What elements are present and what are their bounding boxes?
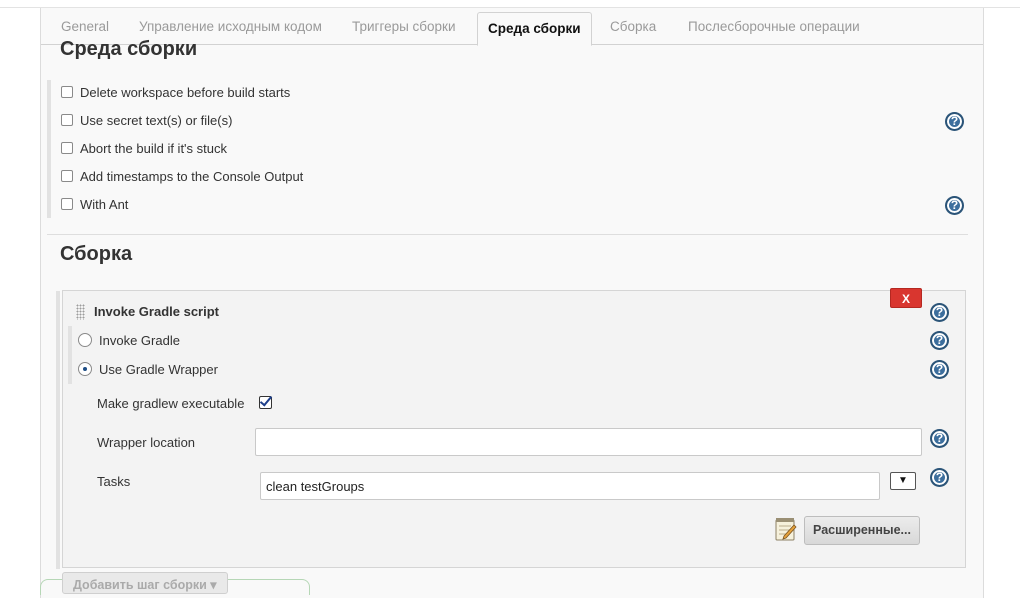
tab-build-environment[interactable]: Среда сборки [477, 12, 592, 46]
help-icon[interactable]: ? [931, 332, 948, 349]
tab-build[interactable]: Сборка [610, 8, 656, 45]
radio-invoke-gradle[interactable] [78, 333, 92, 347]
help-icon[interactable]: ? [931, 430, 948, 447]
section-title-build-environment: Среда сборки [60, 38, 198, 60]
drag-handle-icon[interactable] [76, 304, 85, 320]
option-delete-workspace[interactable]: Delete workspace before build starts [61, 82, 290, 102]
step-title: Invoke Gradle script [94, 304, 219, 319]
help-icon[interactable]: ? [931, 361, 948, 378]
checkbox-abort-stuck[interactable] [61, 142, 73, 154]
wrapper-location-label: Wrapper location [97, 435, 196, 450]
radio-indent-bar [68, 326, 72, 384]
section-divider [47, 234, 968, 235]
advanced-button[interactable]: Расширенные... [804, 516, 920, 545]
section-indent-bar [47, 80, 51, 218]
wrapper-location-input[interactable] [255, 428, 922, 456]
make-executable-checkbox[interactable] [259, 396, 272, 409]
delete-step-button[interactable]: X [890, 288, 922, 308]
checkbox-timestamps[interactable] [61, 170, 73, 182]
checkbox-with-ant[interactable] [61, 198, 73, 210]
checkbox-secret-text[interactable] [61, 114, 73, 126]
option-label: Abort the build if it's stuck [80, 140, 227, 156]
help-icon[interactable]: ? [931, 304, 948, 321]
checkbox-delete-workspace[interactable] [61, 86, 73, 98]
option-abort-stuck[interactable]: Abort the build if it's stuck [61, 138, 227, 158]
help-icon[interactable]: ? [946, 113, 963, 130]
tasks-label: Tasks [97, 474, 131, 489]
make-executable-label: Make gradlew executable [97, 396, 245, 411]
option-label: Use secret text(s) or file(s) [80, 112, 233, 128]
tab-post-build[interactable]: Послесборочные операции [688, 8, 860, 45]
radio-use-gradle-wrapper[interactable] [78, 362, 92, 376]
section-title-build: Сборка [60, 243, 133, 265]
help-icon[interactable]: ? [931, 469, 948, 486]
tab-build-triggers[interactable]: Триггеры сборки [352, 8, 456, 45]
radio-label: Use Gradle Wrapper [99, 361, 218, 377]
option-timestamps[interactable]: Add timestamps to the Console Output [61, 166, 303, 186]
option-label: Add timestamps to the Console Output [80, 168, 304, 184]
radio-option-invoke-gradle[interactable]: Invoke Gradle [78, 330, 180, 350]
option-label: With Ant [80, 196, 129, 212]
radio-option-use-wrapper[interactable]: Use Gradle Wrapper [78, 359, 218, 379]
add-build-step-button[interactable]: Добавить шаг сборки ▾ [62, 572, 228, 594]
step-indent-bar [56, 291, 60, 569]
option-secret-text[interactable]: Use secret text(s) or file(s) [61, 110, 232, 130]
radio-label: Invoke Gradle [99, 332, 180, 348]
option-label: Delete workspace before build starts [80, 84, 291, 100]
tasks-input[interactable] [260, 472, 880, 500]
help-icon[interactable]: ? [946, 197, 963, 214]
expand-tasks-button[interactable]: ▼ [890, 472, 916, 490]
option-with-ant[interactable]: With Ant [61, 194, 128, 214]
notepad-icon [775, 518, 797, 541]
